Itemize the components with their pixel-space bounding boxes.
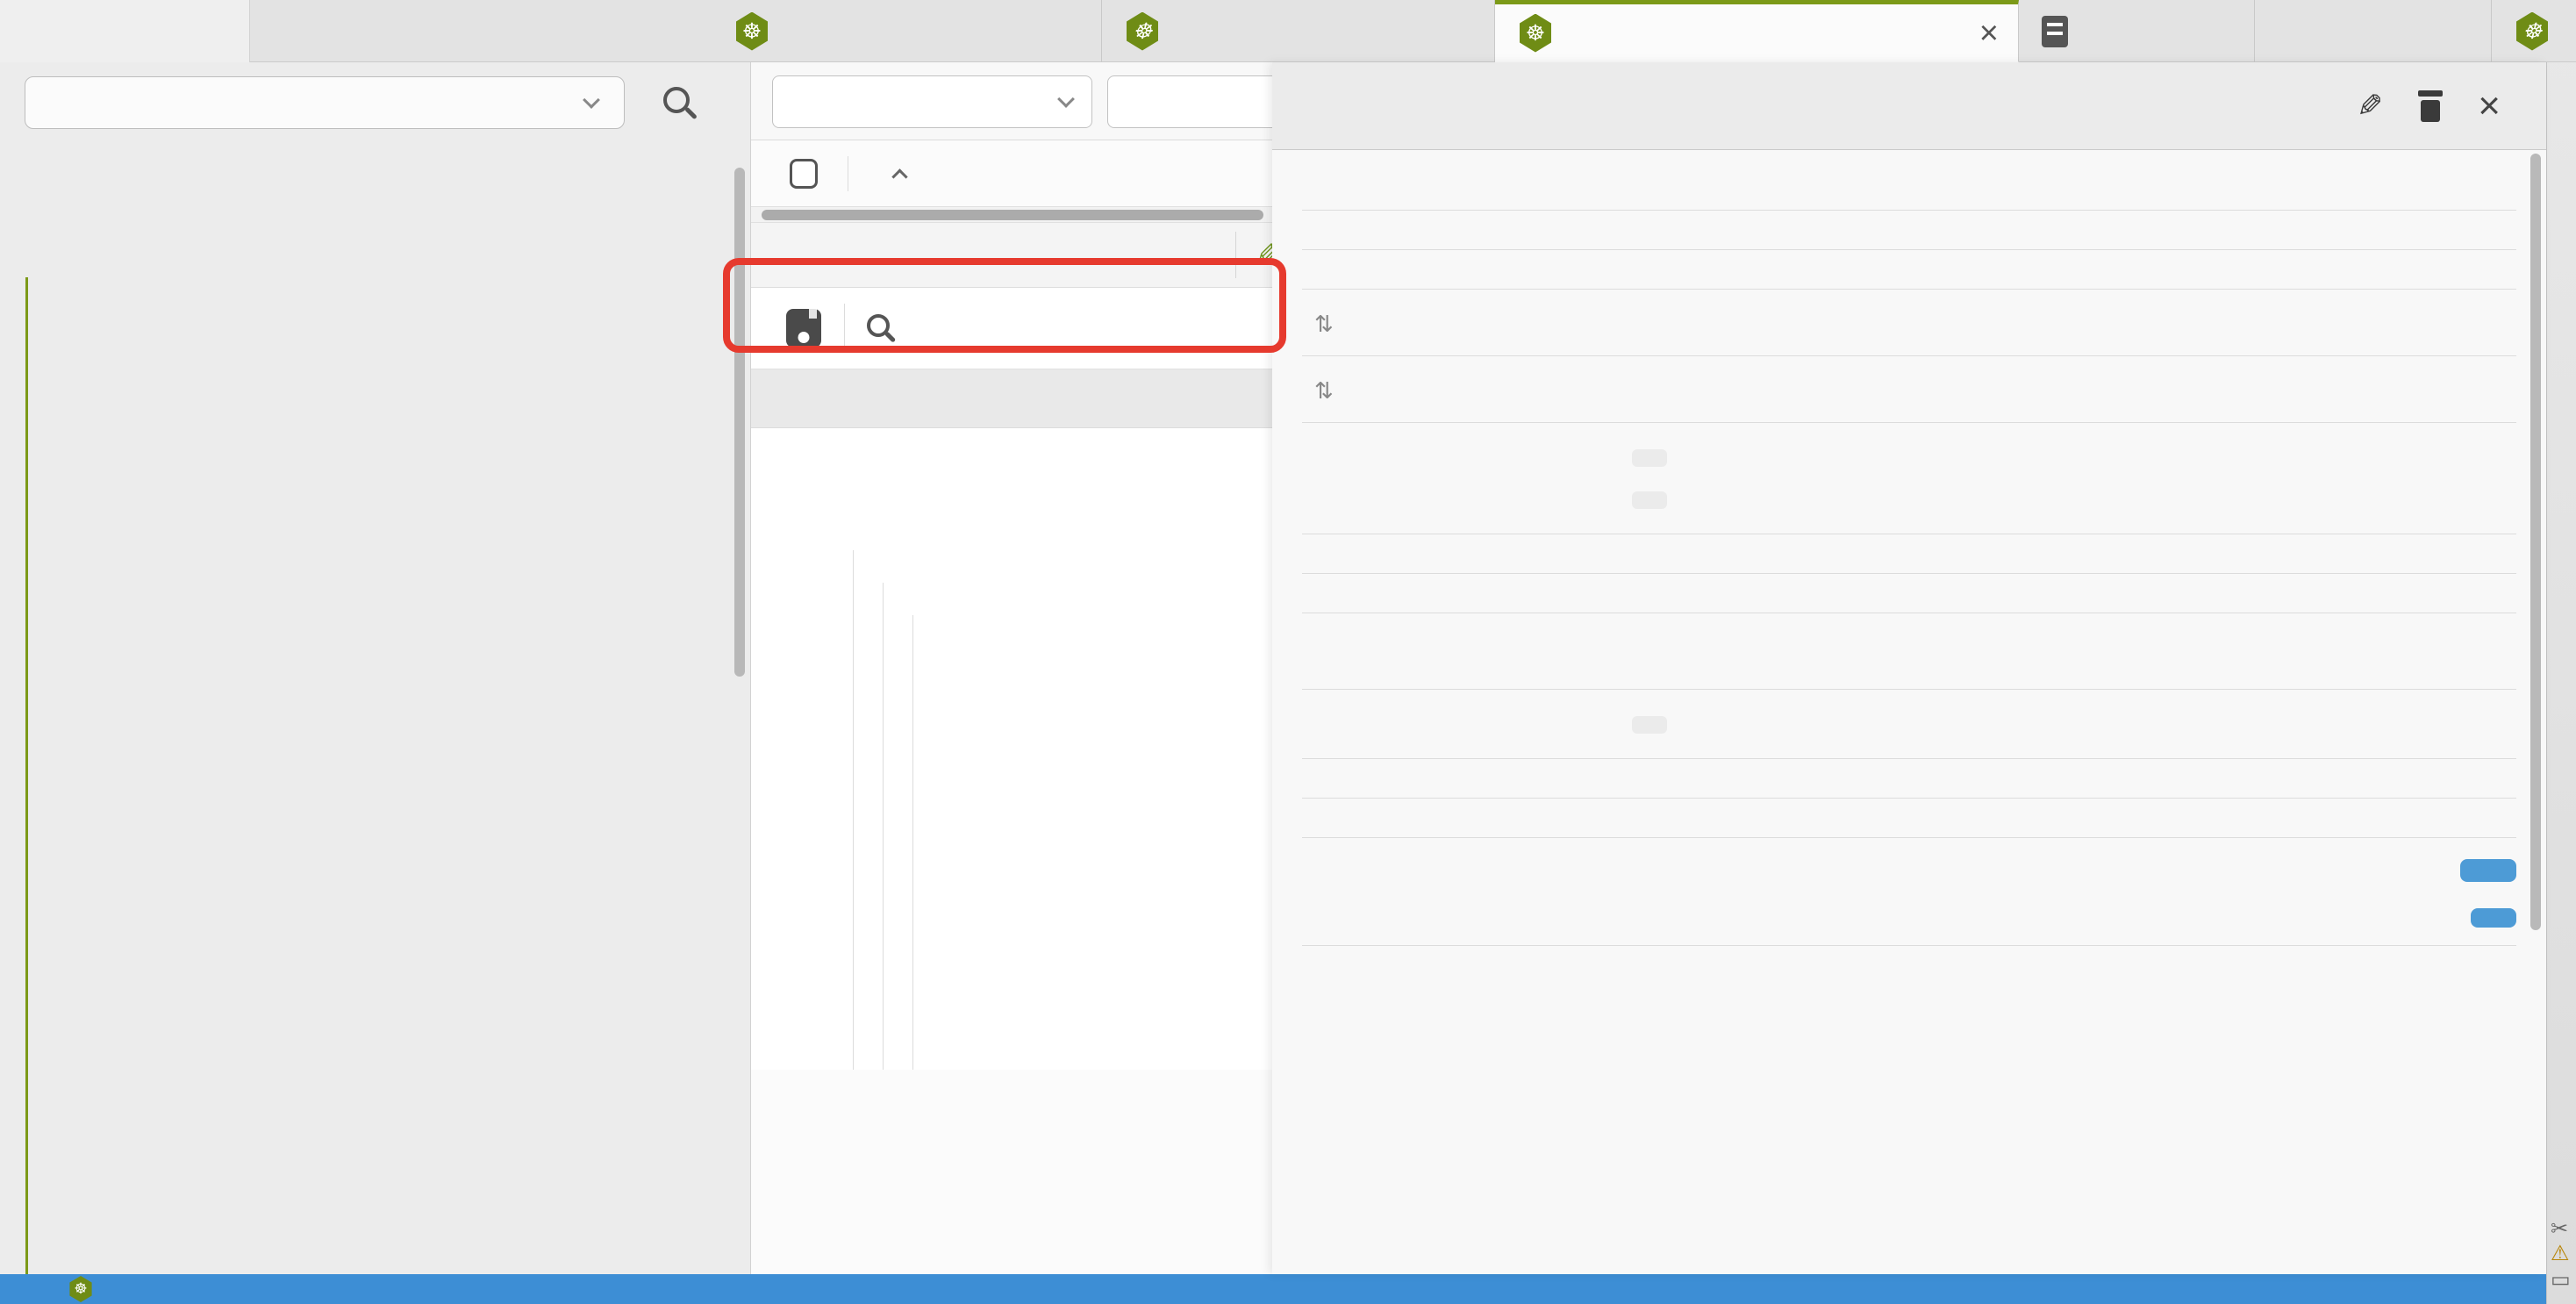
edit-pencil-icon[interactable]: ✎ <box>2357 88 2383 125</box>
kubernetes-icon: ☸ <box>734 12 769 51</box>
stop-remove-button[interactable] <box>2460 859 2516 882</box>
services-workspace: ✎ <box>751 62 1272 1274</box>
indent-guide <box>912 615 913 1070</box>
small-box-icon: ▭ <box>2551 1267 2571 1293</box>
kubeconfig-row <box>0 62 750 150</box>
sidebar-scrollbar[interactable] <box>734 168 745 677</box>
detail-row-annotations: ⇅ <box>1302 356 2516 423</box>
status-bar: ☸ <box>0 1274 2546 1304</box>
details-panel-header: ✎ × <box>1272 62 2546 150</box>
namespace-selector[interactable] <box>772 75 1092 128</box>
kubernetes-icon: ☸ <box>68 1276 93 1302</box>
search-icon[interactable] <box>663 87 690 113</box>
detail-row-namespace <box>1302 250 2516 290</box>
kubeconfig-selector[interactable] <box>25 76 625 129</box>
tab-services-active[interactable]: ☸ × <box>1495 0 2019 62</box>
select-all-checkbox[interactable] <box>790 159 818 189</box>
workspace-toolbar <box>751 62 1272 140</box>
kubernetes-icon: ☸ <box>1125 12 1160 51</box>
forward-button[interactable] <box>2471 908 2516 928</box>
chevron-down-icon <box>583 91 600 109</box>
document-icon <box>2042 16 2068 47</box>
lens-app-window: ☸ ☸ ☸ × ☸ <box>0 0 2576 1304</box>
table-header <box>751 140 1272 207</box>
kubernetes-icon: ☸ <box>2515 12 2550 51</box>
cluster-ip-badge <box>1632 716 1667 734</box>
detail-row-labels: ⇅ <box>1302 290 2516 356</box>
close-panel-icon[interactable]: × <box>2478 87 2501 125</box>
tab-release-notes[interactable] <box>2019 0 2255 62</box>
scissors-icon: ✂ <box>2551 1216 2568 1242</box>
active-cluster-accent-line <box>25 277 28 1274</box>
horizontal-scrollbar-thumb[interactable] <box>762 210 1263 220</box>
indent-guide <box>853 550 854 1070</box>
background-window-strip: ✂ ⚠ ▭ <box>2546 0 2576 1304</box>
search-input[interactable] <box>1107 75 1272 128</box>
warning-icon: ⚠ <box>2551 1241 2570 1266</box>
detail-row-type <box>1302 534 2516 574</box>
close-tab-icon[interactable]: × <box>1979 17 1999 50</box>
yaml-editor[interactable] <box>751 428 1272 1070</box>
annotation-highlight-box <box>723 258 1286 353</box>
detail-row-cluster-ip <box>1302 650 2516 690</box>
tab-partial[interactable]: ☸ <box>2491 0 2576 62</box>
tab-bar: ☸ ☸ ☸ × ☸ <box>0 0 2576 62</box>
expand-toggle-icon[interactable]: ⇅ <box>1314 311 1334 338</box>
detail-row-ip-family-policy <box>1302 799 2516 838</box>
service-details-panel: ✎ × ⇅ ⇅ <box>1272 62 2546 1274</box>
horizontal-scrollbar[interactable] <box>751 207 1272 223</box>
indent-guide <box>883 583 884 1070</box>
delete-trash-icon[interactable] <box>2418 90 2443 122</box>
kubernetes-icon: ☸ <box>1518 14 1553 53</box>
details-panel-body: ⇅ ⇅ <box>1272 150 2546 1274</box>
selector-badge <box>1632 491 1667 509</box>
editing-banner <box>751 369 1272 428</box>
detail-row-created <box>1302 171 2516 211</box>
detail-row-name <box>1302 211 2516 250</box>
tab-alertmanager-configs[interactable]: ☸ <box>1102 0 1495 62</box>
sort-ascending-icon <box>891 168 907 184</box>
navigator-sidebar <box>0 62 751 1274</box>
detail-row-cluster-ips <box>1302 690 2516 759</box>
detail-row-session-affinity <box>1302 574 2516 613</box>
name-column-header[interactable] <box>873 164 905 183</box>
expand-toggle-icon[interactable]: ⇅ <box>1314 377 1334 405</box>
tab-pods[interactable]: ☸ <box>712 0 1102 62</box>
chevron-down-icon <box>1057 90 1075 108</box>
selector-badge <box>1632 449 1667 467</box>
detail-row-ip-families <box>1302 759 2516 799</box>
detail-row-selector <box>1302 423 2516 534</box>
panel-scrollbar[interactable] <box>2530 154 2541 930</box>
detail-row-ports <box>1302 838 2516 946</box>
navigator-panel-title <box>0 0 250 62</box>
